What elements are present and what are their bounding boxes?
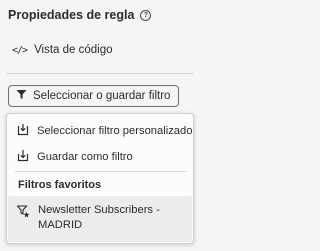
menu-item-label: Seleccionar filtro personalizado (37, 125, 193, 137)
favorite-filter-icon (16, 205, 30, 223)
panel-title: Propiedades de regla (8, 8, 135, 22)
menu-item-save-as-filter[interactable]: Guardar como filtro (17, 149, 133, 165)
panel-header: Propiedades de regla ? (8, 8, 152, 22)
favorite-filters-heading: Filtros favoritos (18, 179, 102, 191)
select-or-save-filter-label: Seleccionar o guardar filtro (33, 90, 171, 102)
divider (6, 73, 194, 74)
save-icon (17, 149, 29, 165)
filter-icon (16, 89, 27, 103)
code-view-link[interactable]: </> Vista de código (12, 44, 113, 56)
menu-item-select-custom-filter[interactable]: Seleccionar filtro personalizado (17, 123, 192, 139)
code-icon: </> (12, 44, 28, 56)
favorite-filter-label: Newsletter Subscribers - MADRID (38, 204, 160, 231)
help-circle-icon[interactable]: ? (140, 9, 152, 21)
menu-divider (15, 171, 187, 172)
select-or-save-filter-button[interactable]: Seleccionar o guardar filtro (8, 85, 180, 107)
select-filter-icon (17, 123, 29, 139)
menu-item-label: Guardar como filtro (37, 151, 133, 163)
favorite-filter-item[interactable]: Newsletter Subscribers - MADRID (8, 196, 192, 242)
code-view-label: Vista de código (34, 44, 113, 56)
filter-popover-menu: Seleccionar filtro personalizado Guardar… (6, 113, 194, 244)
